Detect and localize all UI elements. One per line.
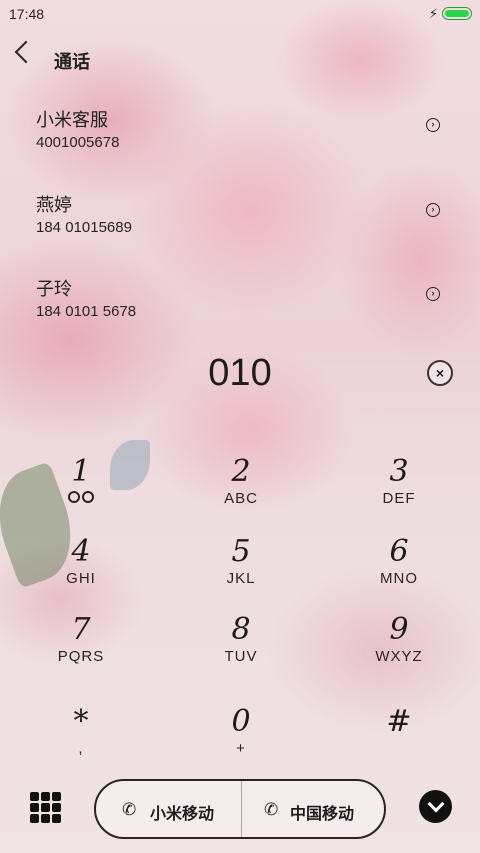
key-2[interactable]: 2 ABC (181, 456, 301, 526)
key-star[interactable]: * , (21, 706, 141, 776)
contact-detail-icon[interactable]: › (426, 203, 440, 217)
key-letters: DEF (382, 490, 416, 507)
key-digit: 3 (389, 454, 409, 489)
key-1[interactable]: 1 (21, 456, 141, 526)
phone-sim2-icon: ✆ (264, 800, 279, 819)
key-letters: + (236, 740, 246, 757)
chevron-down-icon[interactable] (419, 790, 452, 823)
keypad-grid-icon[interactable] (30, 792, 61, 823)
key-digit: # (386, 704, 412, 739)
key-digit: 4 (71, 534, 91, 569)
key-6[interactable]: 6 MNO (339, 536, 459, 606)
chevron-left-icon[interactable] (14, 40, 38, 64)
contact-suggestion[interactable]: 子玲 184 0101 5678 › (0, 275, 480, 335)
key-letters: GHI (66, 570, 96, 587)
status-time: 17:48 (9, 6, 45, 22)
contact-detail-icon[interactable]: › (426, 287, 440, 301)
page-title: 通话 (54, 52, 90, 72)
battery-icon (442, 7, 472, 20)
key-7[interactable]: 7 PQRS (21, 614, 141, 684)
status-bar: 17:48 ⚡ (0, 0, 480, 28)
header: 通话 (0, 38, 480, 78)
bolt-icon: ⚡ (428, 6, 438, 21)
key-8[interactable]: 8 TUV (181, 614, 301, 684)
key-digit: 0 (231, 704, 251, 739)
call-button-group: ✆ 小米移动 ✆ 中国移动 (94, 779, 386, 839)
call-sim1-button[interactable]: ✆ 小米移动 (96, 781, 240, 837)
key-0[interactable]: 0 + (181, 706, 301, 776)
bottom-bar: ✆ 小米移动 ✆ 中国移动 (0, 778, 480, 842)
key-digit: 9 (389, 612, 409, 647)
key-digit: * (73, 704, 89, 739)
key-digit: 2 (231, 454, 251, 489)
key-letters: , (78, 740, 84, 757)
delete-icon[interactable]: × (427, 360, 453, 386)
contact-number: 184 0101 5678 (36, 303, 137, 320)
key-digit: 1 (71, 454, 91, 489)
phone-sim1-icon: ✆ (122, 800, 137, 819)
key-letters: TUV (224, 648, 258, 665)
key-digit: 6 (389, 534, 409, 569)
key-digit: 5 (231, 534, 251, 569)
contact-name: 子玲 (36, 279, 72, 299)
key-5[interactable]: 5 JKL (181, 536, 301, 606)
key-4[interactable]: 4 GHI (21, 536, 141, 606)
contact-number: 4001005678 (36, 134, 120, 151)
key-digit: 7 (71, 612, 91, 647)
key-letters: JKL (226, 570, 256, 587)
call-sim1-label: 小米移动 (150, 806, 215, 823)
contact-detail-icon[interactable]: › (426, 118, 440, 132)
voicemail-icon (66, 491, 96, 503)
key-letters: ABC (224, 490, 258, 507)
contact-name: 燕婷 (36, 195, 72, 215)
key-letters: WXYZ (375, 648, 423, 665)
key-letters: MNO (380, 570, 418, 587)
key-9[interactable]: 9 WXYZ (339, 614, 459, 684)
contact-suggestion[interactable]: 燕婷 184 01015689 › (0, 191, 480, 251)
contact-number: 184 01015689 (36, 219, 132, 236)
key-hash[interactable]: # (339, 706, 459, 776)
call-sim2-label: 中国移动 (290, 806, 355, 823)
dial-number-display: 010 (208, 352, 272, 394)
call-sim2-button[interactable]: ✆ 中国移动 (242, 781, 386, 837)
key-letters: PQRS (57, 648, 105, 665)
contact-name: 小米客服 (36, 110, 108, 130)
key-digit: 8 (231, 612, 251, 647)
contact-suggestion[interactable]: 小米客服 4001005678 › (0, 106, 480, 166)
key-3[interactable]: 3 DEF (339, 456, 459, 526)
